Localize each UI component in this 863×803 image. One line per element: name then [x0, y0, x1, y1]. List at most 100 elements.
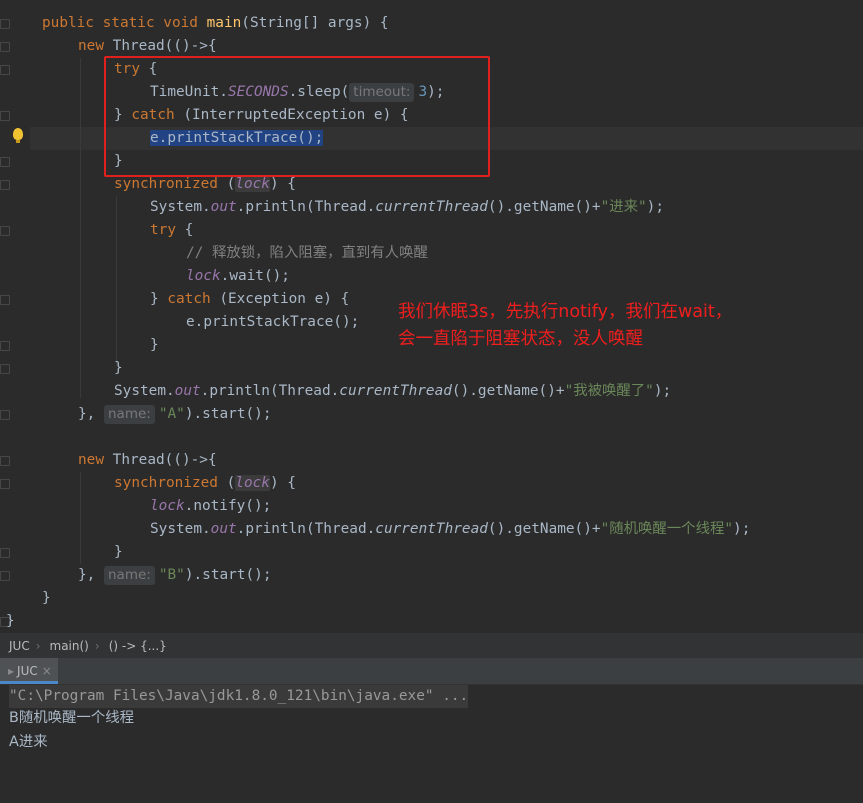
parameter-hint: name:: [104, 566, 155, 585]
code-line-17[interactable]: System.out.println(Thread.currentThread(…: [114, 380, 671, 403]
fold-marker-icon[interactable]: [0, 410, 10, 420]
code-line-14[interactable]: e.printStackTrace();: [186, 311, 359, 334]
code-text: },: [78, 567, 104, 583]
code-line-11[interactable]: // 释放锁，陷入阻塞，直到有人唤醒: [186, 242, 428, 265]
code-line-24[interactable]: }, name: "B").start();: [78, 564, 271, 587]
static-field: out: [210, 199, 237, 215]
breadcrumb-lambda[interactable]: () -> {...}: [109, 639, 167, 653]
static-method: currentThread: [339, 383, 452, 399]
keyword: public static void: [42, 15, 198, 31]
lock-variable: lock: [186, 268, 221, 284]
code-line-12[interactable]: lock.wait();: [186, 265, 290, 288]
code-line-23[interactable]: }: [114, 541, 123, 564]
fold-marker-icon[interactable]: [0, 479, 10, 489]
code-text: );: [733, 521, 751, 537]
code-text: ().getName()+: [451, 383, 565, 399]
breadcrumb-class[interactable]: JUC: [9, 639, 30, 653]
lightbulb-intention-icon[interactable]: [13, 128, 23, 143]
code-line-21[interactable]: lock.notify();: [150, 495, 271, 518]
code-line-1[interactable]: public static void main(String[] args) {: [42, 12, 389, 35]
static-field: out: [174, 383, 201, 399]
string-literal: "A": [158, 406, 185, 422]
code-text: {: [176, 222, 194, 238]
code-line-20[interactable]: synchronized (lock) {: [114, 472, 296, 495]
run-console[interactable]: "C:\Program Files\Java\jdk1.8.0_121\bin\…: [0, 685, 863, 803]
code-text: .println(Thread.: [200, 383, 340, 399]
code-text: ().getName()+: [487, 199, 601, 215]
code-line-22[interactable]: System.out.println(Thread.currentThread(…: [150, 518, 750, 541]
run-tab-label: JUC: [17, 664, 38, 678]
annotation-line-1: 我们休眠3s，先执行notify，我们在wait，: [398, 302, 733, 322]
close-icon[interactable]: ×: [42, 664, 52, 678]
annotation-line-2: 会一直陷于阻塞状态，没人唤醒: [398, 329, 643, 349]
editor-gutter: [0, 0, 30, 633]
run-icon: ▸: [8, 664, 15, 678]
breadcrumb: JUC › main() › () -> {...}: [0, 633, 863, 659]
code-text: (: [217, 475, 236, 491]
fold-marker-icon[interactable]: [0, 548, 10, 558]
fold-marker-icon[interactable]: [0, 364, 10, 374]
code-text: .println(Thread.: [236, 521, 376, 537]
code-line-25[interactable]: }: [42, 587, 51, 610]
code-text: }: [114, 360, 123, 376]
code-line-18[interactable]: }, name: "A").start();: [78, 403, 271, 426]
method-name: main: [206, 15, 242, 31]
code-line-15[interactable]: }: [150, 334, 159, 357]
fold-marker-icon[interactable]: [0, 19, 10, 29]
fold-marker-icon[interactable]: [0, 180, 10, 190]
fold-marker-icon[interactable]: [0, 157, 10, 167]
code-text: e.printStackTrace();: [186, 314, 360, 330]
string-literal: "B": [158, 567, 185, 583]
fold-marker-icon[interactable]: [0, 341, 10, 351]
code-line-26[interactable]: }: [6, 610, 15, 633]
code-text: }: [6, 613, 15, 629]
static-method: currentThread: [375, 199, 488, 215]
chevron-right-icon: ›: [94, 639, 100, 653]
code-line-9[interactable]: System.out.println(Thread.currentThread(…: [150, 196, 664, 219]
code-text: ().getName()+: [487, 521, 601, 537]
static-field: out: [210, 521, 237, 537]
code-text: );: [653, 383, 672, 399]
code-text: Thread(()->{: [104, 452, 217, 468]
parameter-hint: name:: [104, 405, 155, 424]
code-line-2[interactable]: new Thread(()->{: [78, 35, 217, 58]
keyword: synchronized: [114, 176, 218, 192]
fold-marker-icon[interactable]: [0, 571, 10, 581]
code-text: Thread(()->{: [104, 38, 217, 54]
console-output-line: A进来: [9, 734, 48, 750]
code-text: ).start();: [184, 567, 272, 583]
fold-marker-icon[interactable]: [0, 111, 10, 121]
fold-marker-icon[interactable]: [0, 456, 10, 466]
run-tool-window-header: ▸ JUC ×: [0, 658, 863, 685]
code-text: }: [114, 544, 123, 560]
console-command-line: "C:\Program Files\Java\jdk1.8.0_121\bin\…: [9, 685, 469, 708]
fold-marker-icon[interactable]: [0, 226, 10, 236]
code-line-16[interactable]: }: [114, 357, 123, 380]
code-line-19[interactable]: new Thread(()->{: [78, 449, 217, 472]
code-text: }: [150, 291, 168, 307]
indent-guide: [80, 472, 81, 564]
code-text: );: [646, 199, 664, 215]
code-text: }: [150, 337, 159, 353]
code-text: },: [78, 406, 104, 422]
console-output-line: B随机唤醒一个线程: [9, 710, 134, 726]
run-tab-juc[interactable]: ▸ JUC ×: [0, 658, 58, 684]
string-literal: "随机唤醒一个线程": [600, 521, 734, 537]
code-text: (String[] args) {: [241, 15, 389, 31]
code-line-13[interactable]: } catch (Exception e) {: [150, 288, 349, 311]
keyword: try: [150, 222, 176, 238]
fold-marker-icon[interactable]: [0, 42, 10, 52]
fold-marker-icon[interactable]: [0, 295, 10, 305]
annotation-text: 我们休眠3s，先执行notify，我们在wait， 会一直陷于阻塞状态，没人唤醒: [398, 299, 732, 353]
code-text: System.: [150, 199, 211, 215]
indent-guide: [80, 58, 81, 398]
code-text: System.: [114, 383, 175, 399]
code-line-10[interactable]: try {: [150, 219, 193, 242]
code-editor[interactable]: public static void main(String[] args) {…: [0, 0, 863, 633]
breadcrumb-method[interactable]: main(): [50, 639, 89, 653]
fold-marker-icon[interactable]: [0, 65, 10, 75]
comment: // 释放锁，陷入阻塞，直到有人唤醒: [186, 245, 428, 261]
code-text: ).start();: [184, 406, 272, 422]
code-text: }: [42, 590, 51, 606]
indent-guide: [116, 196, 117, 366]
